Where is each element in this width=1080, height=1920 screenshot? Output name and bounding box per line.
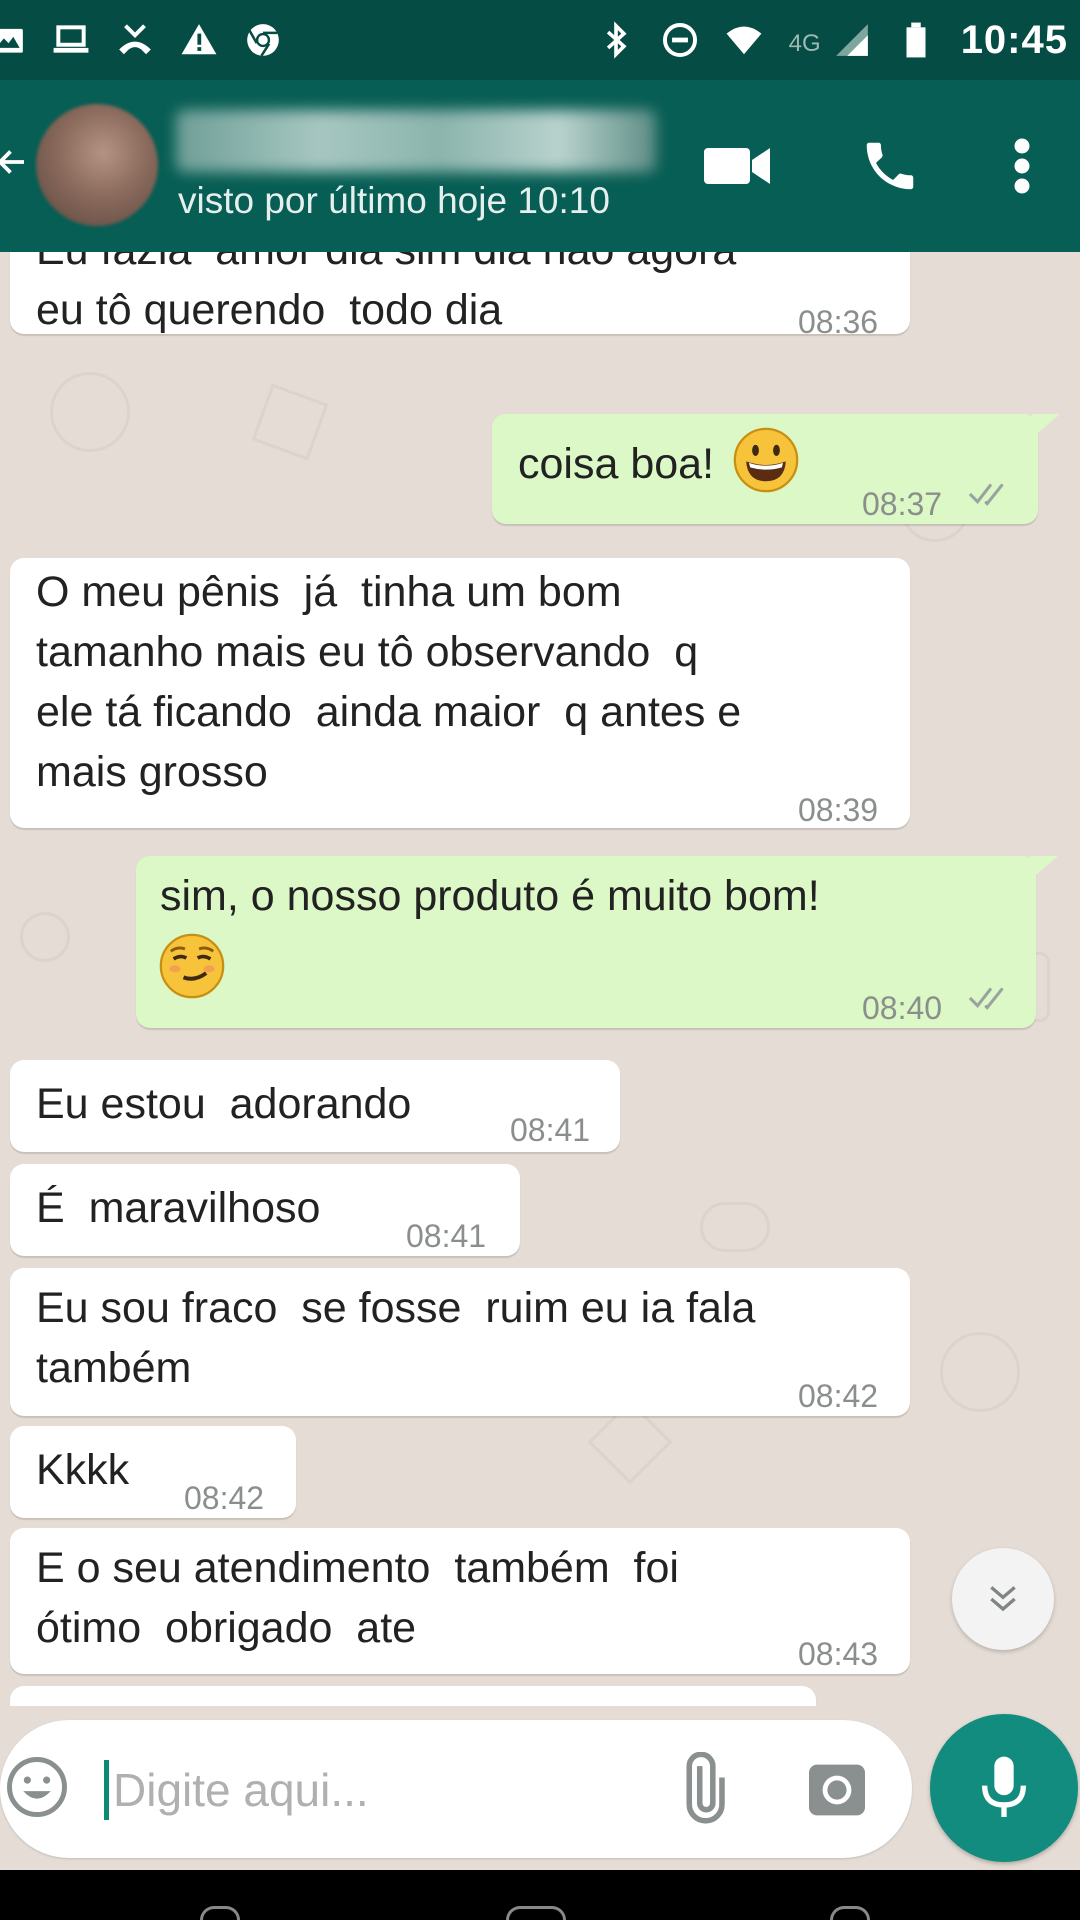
chrome-icon bbox=[247, 24, 279, 57]
status-left-icons bbox=[0, 21, 282, 59]
back-arrow-icon[interactable] bbox=[0, 142, 30, 182]
wallpaper-doodle bbox=[251, 383, 329, 461]
scroll-to-bottom-button[interactable] bbox=[952, 1548, 1054, 1650]
incoming-message[interactable]: Eu fazia amor dia sim dia não agora eu t… bbox=[10, 252, 910, 340]
do-not-disturb-icon bbox=[662, 22, 697, 58]
message-time: 08:37 bbox=[862, 486, 943, 522]
laptop-icon bbox=[53, 25, 89, 53]
outgoing-message[interactable]: sim, o nosso produto é muito bom! 08:40 bbox=[136, 856, 1036, 1028]
nav-home-button[interactable] bbox=[506, 1906, 566, 1920]
outgoing-message[interactable]: coisa boa! 08:37 bbox=[492, 414, 1038, 524]
wallpaper-doodle bbox=[50, 372, 130, 452]
message-time: 08:40 bbox=[862, 990, 943, 1026]
smirking-face-emoji bbox=[159, 933, 225, 999]
incoming-message[interactable]: O meu pênis já tinha um bom tamanho mais… bbox=[10, 558, 910, 828]
video-call-icon bbox=[704, 148, 770, 184]
wallpaper-doodle bbox=[940, 1332, 1020, 1412]
emoji-icon[interactable] bbox=[4, 1754, 70, 1820]
incoming-message[interactable]: Eu estou adorando 08:41 bbox=[10, 1060, 620, 1152]
incoming-message[interactable]: Eu sou fraco se fosse ruim eu ia fala ta… bbox=[10, 1268, 910, 1416]
system-navigation-bar bbox=[0, 1870, 1080, 1920]
message-time: 08:39 bbox=[798, 792, 879, 828]
wallpaper-doodle bbox=[700, 1202, 770, 1252]
read-receipt-icon bbox=[968, 483, 1004, 506]
message-input-box bbox=[0, 1720, 912, 1858]
nav-recents-button[interactable] bbox=[830, 1906, 870, 1920]
bubble-tail bbox=[1030, 856, 1058, 880]
voice-call-button[interactable] bbox=[852, 128, 928, 204]
message-text: Kkkk bbox=[36, 1446, 130, 1494]
chat-header: visto por último hoje 10:10 bbox=[0, 80, 1080, 252]
bubble-tail bbox=[1032, 414, 1060, 438]
incoming-message[interactable]: E o seu atendimento também foi ótimo obr… bbox=[10, 1528, 910, 1674]
grinning-face-emoji bbox=[733, 427, 799, 492]
message-time: 08:42 bbox=[184, 1480, 265, 1516]
status-bar: 4G 10:45 bbox=[0, 0, 1080, 80]
contact-avatar[interactable] bbox=[36, 104, 158, 226]
read-receipt-icon bbox=[968, 987, 1004, 1010]
double-chevron-down-icon bbox=[990, 1586, 1016, 1612]
warning-icon bbox=[181, 24, 217, 55]
message-text: Eu sou fraco se fosse ruim eu ia fala ta… bbox=[36, 1284, 756, 1392]
phone-icon bbox=[866, 142, 914, 190]
wallpaper-doodle bbox=[20, 912, 70, 962]
message-text: coisa boa! bbox=[518, 440, 726, 488]
message-text-row: coisa boa! bbox=[518, 427, 800, 494]
incoming-message-partial[interactable] bbox=[10, 1686, 816, 1707]
message-text: E o seu atendimento também foi ótimo obr… bbox=[36, 1544, 679, 1652]
message-text: Eu fazia amor dia sim dia não agora eu t… bbox=[36, 252, 736, 334]
message-text: sim, o nosso produto é muito bom! bbox=[160, 872, 820, 920]
last-seen-status: visto por último hoje 10:10 bbox=[178, 180, 610, 221]
status-right-icons: 4G 10:45 bbox=[597, 18, 1068, 63]
nav-back-button[interactable] bbox=[200, 1906, 240, 1920]
image-icon bbox=[0, 28, 23, 53]
message-time: 08:41 bbox=[406, 1218, 487, 1254]
message-time: 08:42 bbox=[798, 1378, 879, 1414]
video-call-button[interactable] bbox=[700, 128, 776, 204]
bluetooth-icon bbox=[606, 21, 627, 59]
camera-icon[interactable] bbox=[804, 1758, 870, 1822]
incoming-message[interactable]: Kkkk 08:42 bbox=[10, 1426, 296, 1518]
message-time: 08:36 bbox=[798, 304, 879, 340]
microphone-icon bbox=[982, 1756, 1026, 1817]
incoming-message[interactable]: É maravilhoso 08:41 bbox=[10, 1164, 520, 1256]
message-text: O meu pênis já tinha um bom tamanho mais… bbox=[36, 568, 742, 796]
message-input[interactable] bbox=[104, 1760, 624, 1820]
wifi-icon bbox=[726, 26, 762, 55]
message-time: 08:41 bbox=[510, 1112, 591, 1148]
more-options-icon bbox=[1014, 138, 1030, 194]
message-input-bar bbox=[0, 1706, 1080, 1870]
clock: 10:45 bbox=[960, 17, 1068, 62]
signal-icon bbox=[835, 24, 868, 56]
chat-area[interactable]: Eu fazia amor dia sim dia não agora eu t… bbox=[0, 252, 1080, 1707]
paperclip-icon[interactable] bbox=[666, 1752, 740, 1826]
network-type-label: 4G bbox=[788, 29, 821, 57]
voice-record-button[interactable] bbox=[930, 1714, 1078, 1862]
contact-name[interactable] bbox=[176, 110, 656, 172]
message-time: 08:43 bbox=[798, 1636, 879, 1672]
more-options-button[interactable] bbox=[984, 128, 1060, 204]
battery-icon bbox=[906, 22, 926, 58]
message-text: Eu estou adorando bbox=[36, 1080, 412, 1128]
message-text: É maravilhoso bbox=[36, 1184, 321, 1232]
missed-call-icon bbox=[119, 24, 151, 55]
